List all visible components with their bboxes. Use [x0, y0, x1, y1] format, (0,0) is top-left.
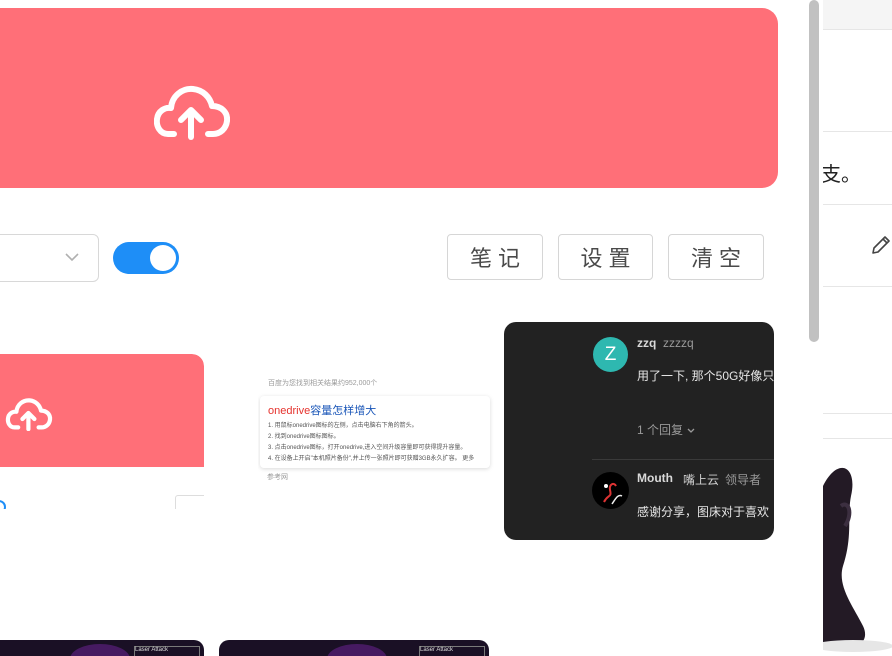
pencil-icon[interactable]: [870, 234, 892, 256]
avatar-image: [603, 482, 623, 505]
thumbnail-box: [175, 495, 204, 509]
search-result-line: 4. 在设备上开启"本机照片备份",并上传一张照片即可获赠3GB永久扩容。 更多: [268, 456, 475, 462]
character-illustration: [823, 467, 892, 652]
settings-button[interactable]: 设置: [558, 234, 653, 280]
game-glow: [327, 644, 387, 656]
upload-area[interactable]: [0, 8, 778, 188]
cloud-upload-icon: [154, 85, 230, 140]
avatar: Z: [593, 337, 628, 372]
clear-button[interactable]: 清空: [668, 234, 764, 280]
divider: [823, 438, 892, 439]
main-panel: 笔记 设置 清空 百度为您找到相关结果约952,000个 onedrive容量怎…: [0, 0, 806, 656]
reply-count-label: 1 个回复: [637, 423, 684, 437]
game-glow: [69, 644, 130, 656]
search-result-count: 百度为您找到相关结果约952,000个: [268, 380, 378, 387]
divider: [823, 204, 892, 205]
thumbnail-banner: [0, 354, 204, 467]
divider: [823, 286, 892, 287]
image-thumbnail[interactable]: [0, 354, 204, 509]
title-keyword: onedrive: [268, 405, 311, 417]
comment-username: zzq: [637, 336, 657, 350]
cloud-upload-icon: [5, 398, 53, 431]
divider: [823, 413, 892, 414]
comment-nickname: 嘴上云: [683, 473, 720, 487]
search-result-title: onedrive容量怎样增大: [268, 402, 376, 418]
search-result-line: 2. 找到onedrive图标图标。: [268, 434, 340, 440]
divider: [823, 131, 892, 132]
chevron-down-icon: [687, 428, 695, 433]
chevron-down-icon: [65, 253, 79, 262]
scrollbar-thumb[interactable]: [809, 0, 819, 342]
image-thumbnail[interactable]: 百度为您找到相关结果约952,000个 onedrive容量怎样增大 1. 用鼠…: [258, 372, 494, 484]
avatar: [592, 472, 629, 509]
toggle-knob: [150, 245, 176, 271]
image-thumbnail[interactable]: Laser Attack: [219, 640, 489, 656]
search-result-line: 3. 点击onedrive图标，打开onedrive,进入空间升级容量即可获得提…: [268, 445, 467, 451]
game-hud: Laser Attack: [134, 646, 200, 656]
note-button[interactable]: 笔记: [447, 234, 543, 280]
search-result-card: onedrive容量怎样增大 1. 用鼠标onedrive图标的左侧，点击电脑右…: [260, 396, 490, 468]
game-hud: Laser Attack: [419, 646, 485, 656]
title-rest: 容量怎样增大: [310, 405, 377, 417]
comment-role: 领导者: [725, 473, 762, 487]
reply-count: 1 个回复: [637, 421, 696, 438]
thumbnail-toggle: [0, 500, 6, 509]
toggle-switch[interactable]: [113, 242, 179, 274]
image-thumbnail[interactable]: Laser Attack: [0, 640, 204, 656]
search-result-line: 1. 用鼠标onedrive图标的左侧，点击电脑右下角的箭头。: [268, 423, 418, 429]
comment-text: 感谢分享，图床对于喜欢: [637, 505, 770, 519]
comment-username: Mouth: [637, 471, 673, 485]
mode-select[interactable]: [0, 234, 99, 282]
background-text: 支。: [823, 164, 861, 186]
image-thumbnail[interactable]: Z zzq zzzzq 用了一下, 那个50G好像只 1 个回复 Mouth 嘴…: [504, 322, 774, 540]
comment-text: 用了一下, 那个50G好像只: [637, 369, 774, 383]
divider: [592, 459, 774, 460]
background-page: 支。: [823, 0, 892, 656]
search-result-footer: 参考网: [267, 474, 288, 481]
background-header: [823, 0, 892, 30]
comment-handle: zzzzq: [663, 336, 694, 350]
